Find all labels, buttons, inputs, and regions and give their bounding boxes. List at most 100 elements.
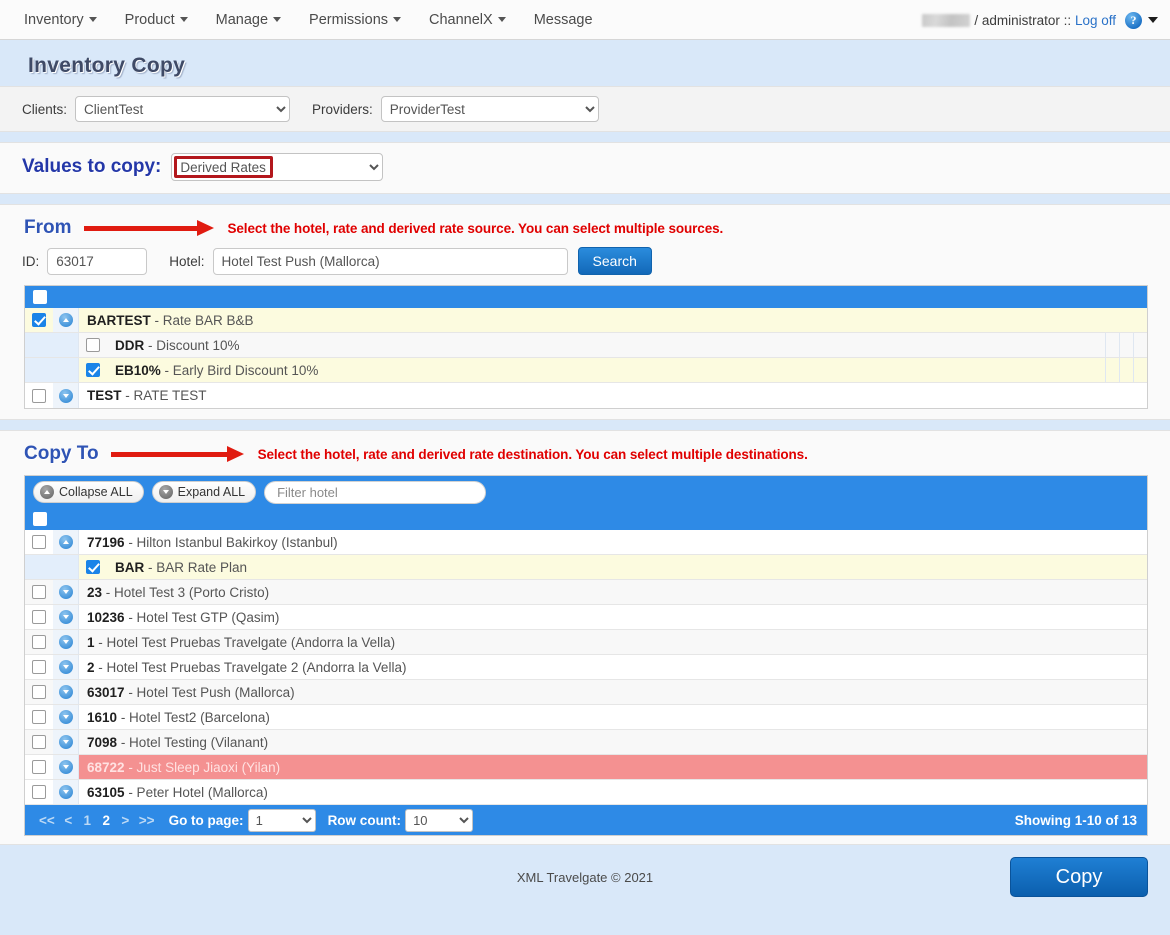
table-row[interactable]: 63105 - Peter Hotel (Mallorca) — [25, 780, 1147, 805]
table-row[interactable]: 23 - Hotel Test 3 (Porto Cristo) — [25, 580, 1147, 605]
expand-chevron-down-icon[interactable] — [58, 735, 73, 749]
question-circle-icon[interactable]: ? — [1125, 11, 1142, 29]
row-checkbox[interactable] — [32, 760, 46, 774]
pager-last-button[interactable]: >> — [135, 813, 159, 828]
row-toggle-cell — [53, 730, 79, 754]
row-checkbox-cell — [25, 530, 53, 554]
row-checkbox[interactable] — [32, 313, 46, 327]
table-row[interactable]: BAR - BAR Rate Plan — [25, 555, 1147, 580]
row-checkbox[interactable] — [32, 785, 46, 799]
pager-prev-button[interactable]: < — [59, 813, 78, 828]
row-checkbox-cell — [25, 630, 53, 654]
row-count-select[interactable]: 10 — [405, 808, 474, 832]
nav-item-inventory[interactable]: Inventory — [10, 1, 111, 39]
nav-item-channelx[interactable]: ChannelX — [415, 1, 520, 39]
row-toggle-cell — [53, 705, 79, 729]
row-label: BARTEST - Rate BAR B&B — [79, 313, 1147, 328]
row-toggle-cell — [53, 755, 79, 779]
user-session-area: / administrator :: Log off ? — [922, 0, 1158, 40]
collapse-chevron-up-icon[interactable] — [58, 313, 73, 327]
clients-select[interactable]: ClientTest — [75, 96, 291, 122]
from-id-input[interactable] — [47, 247, 148, 275]
expand-chevron-down-icon[interactable] — [58, 388, 73, 403]
row-checkbox[interactable] — [32, 735, 46, 749]
from-search-button[interactable]: Search — [577, 247, 652, 275]
pager-page-2-button[interactable]: 2 — [97, 813, 116, 828]
row-checkbox[interactable] — [32, 710, 46, 724]
table-row[interactable]: 7098 - Hotel Testing (Vilanant) — [25, 730, 1147, 755]
chevron-down-icon — [88, 17, 97, 23]
row-label: TEST - RATE TEST — [79, 388, 1147, 403]
expand-chevron-down-icon[interactable] — [58, 785, 73, 799]
nav-item-message[interactable]: Message — [520, 1, 607, 39]
collapse-all-button[interactable]: Collapse ALL — [33, 481, 144, 503]
copy-to-select-all-checkbox[interactable] — [33, 512, 47, 526]
row-checkbox[interactable] — [32, 685, 46, 699]
table-row[interactable]: EB10% - Early Bird Discount 10% — [25, 358, 1147, 383]
log-off-link[interactable]: Log off — [1075, 13, 1116, 28]
values-to-copy-select[interactable]: Derived Rates — [171, 153, 384, 181]
table-row[interactable]: 63017 - Hotel Test Push (Mallorca) — [25, 680, 1147, 705]
goto-page-label: Go to page: — [168, 812, 244, 828]
copy-button[interactable]: Copy — [1010, 857, 1148, 897]
row-checkbox-cell — [25, 705, 53, 729]
row-code: EB10% — [115, 362, 161, 378]
expand-chevron-down-icon[interactable] — [58, 610, 73, 624]
expand-chevron-down-icon[interactable] — [58, 685, 73, 699]
row-checkbox[interactable] — [32, 610, 46, 624]
table-row[interactable]: 68722 - Just Sleep Jiaoxi (Yilan) — [25, 755, 1147, 780]
nav-item-manage[interactable]: Manage — [202, 1, 295, 39]
nav-item-permissions[interactable]: Permissions — [295, 1, 415, 39]
copy-to-grid-header — [25, 508, 1147, 530]
row-code: 23 — [87, 584, 103, 600]
table-row[interactable]: 2 - Hotel Test Pruebas Travelgate 2 (And… — [25, 655, 1147, 680]
row-checkbox[interactable] — [32, 635, 46, 649]
expand-chevron-down-icon[interactable] — [58, 710, 73, 724]
nav-item-product[interactable]: Product — [111, 1, 202, 39]
row-checkbox-cell — [25, 580, 53, 604]
row-toggle-cell — [53, 630, 79, 654]
from-id-label: ID: — [22, 253, 40, 269]
table-row[interactable]: 1 - Hotel Test Pruebas Travelgate (Andor… — [25, 630, 1147, 655]
pager-first-button[interactable]: << — [35, 813, 59, 828]
expand-chevron-down-icon[interactable] — [58, 660, 73, 674]
row-checkbox[interactable] — [32, 585, 46, 599]
row-checkbox[interactable] — [86, 338, 100, 352]
chevron-down-circle-icon — [158, 485, 173, 499]
expand-chevron-down-icon[interactable] — [58, 760, 73, 774]
row-checkbox[interactable] — [86, 363, 100, 377]
values-to-copy-panel: Values to copy: Derived Rates — [0, 142, 1170, 194]
row-indent — [25, 555, 79, 579]
spacer — [0, 132, 1170, 142]
goto-page-select[interactable]: 1 — [247, 808, 316, 832]
row-checkbox[interactable] — [32, 660, 46, 674]
pager-page-1-button[interactable]: 1 — [78, 813, 97, 828]
expand-chevron-down-icon[interactable] — [58, 585, 73, 599]
row-checkbox-cell — [25, 383, 53, 408]
chevron-down-icon[interactable] — [1148, 17, 1158, 23]
row-name: - Peter Hotel (Mallorca) — [128, 784, 268, 800]
row-checkbox[interactable] — [32, 388, 46, 403]
pager-next-button[interactable]: > — [116, 813, 135, 828]
table-row[interactable]: BARTEST - Rate BAR B&B — [25, 308, 1147, 333]
providers-select[interactable]: ProviderTest — [380, 96, 599, 122]
spacer — [0, 420, 1170, 430]
filter-hotel-input[interactable] — [264, 480, 487, 504]
copy-to-section: Copy To Select the hotel, rate and deriv… — [0, 430, 1170, 845]
table-row[interactable]: 77196 - Hilton Istanbul Bakirkoy (Istanb… — [25, 530, 1147, 555]
values-to-copy-select-wrapper: Derived Rates — [171, 153, 384, 181]
row-checkbox[interactable] — [86, 560, 100, 574]
from-select-all-checkbox[interactable] — [33, 290, 47, 304]
row-checkbox[interactable] — [32, 535, 46, 549]
expand-all-button[interactable]: Expand ALL — [151, 481, 257, 503]
collapse-chevron-up-icon[interactable] — [58, 535, 73, 549]
expand-chevron-down-icon[interactable] — [58, 635, 73, 649]
table-row[interactable]: TEST - RATE TEST — [25, 383, 1147, 408]
table-row[interactable]: DDR - Discount 10% — [25, 333, 1147, 358]
table-row[interactable]: 1610 - Hotel Test2 (Barcelona) — [25, 705, 1147, 730]
collapse-all-label: Collapse ALL — [59, 485, 133, 499]
table-row[interactable]: 10236 - Hotel Test GTP (Qasim) — [25, 605, 1147, 630]
from-hotel-input[interactable] — [212, 247, 568, 275]
row-label: BAR - BAR Rate Plan — [107, 560, 1147, 575]
row-label: DDR - Discount 10% — [107, 338, 1105, 353]
